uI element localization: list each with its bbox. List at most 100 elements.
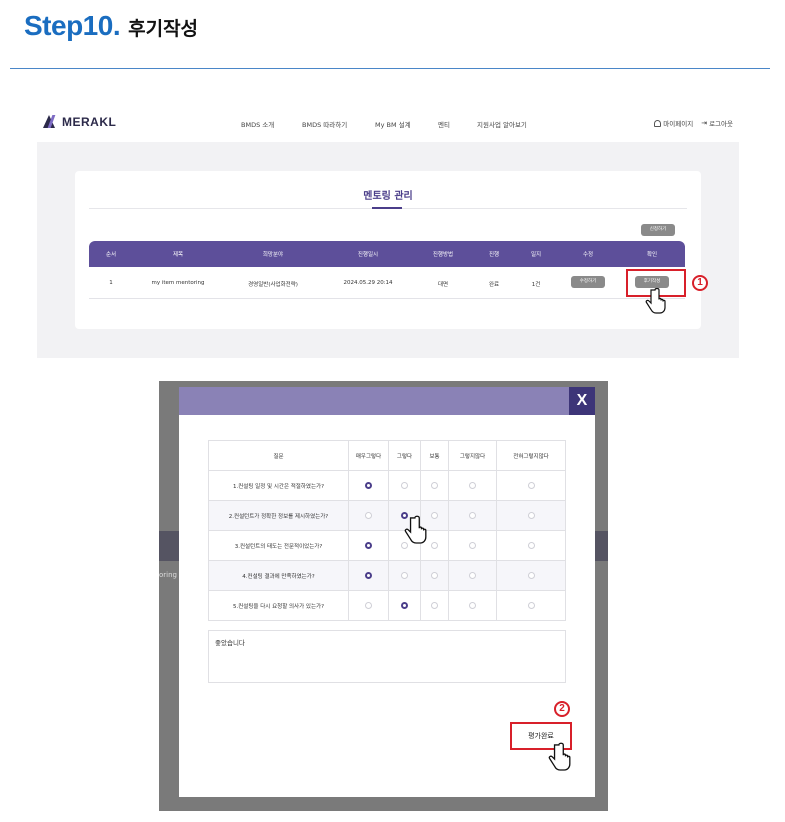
step-divider bbox=[10, 68, 770, 69]
nav-item-mentee[interactable]: 멘티 bbox=[438, 119, 450, 129]
survey-table: 질문 매우그렇다 그렇다 보통 그렇지않다 전혀그렇지않다 1.컨설팅 일정 및… bbox=[208, 440, 566, 621]
row-status: 완료 bbox=[488, 282, 500, 288]
survey-cell bbox=[496, 590, 566, 621]
radio-option[interactable] bbox=[431, 572, 438, 579]
survey-cell bbox=[388, 470, 421, 501]
logout-icon: ⇥ bbox=[701, 119, 708, 127]
radio-option[interactable] bbox=[365, 512, 372, 519]
survey-col-disagree: 그렇지않다 bbox=[448, 440, 497, 471]
survey-cell bbox=[388, 590, 421, 621]
survey-cell bbox=[388, 560, 421, 591]
mentoring-card: 멘토링 관리 신청하기 순서 제목 희망분야 진행일시 진행방법 진행 일지 수… bbox=[75, 171, 701, 329]
edit-button[interactable]: 수정하기 bbox=[571, 276, 605, 288]
nav-item-bmds-follow[interactable]: BMDS 따라하기 bbox=[302, 119, 347, 129]
survey-question: 5.컨설팅을 다시 요청할 의사가 있는가? bbox=[208, 590, 349, 621]
radio-option[interactable] bbox=[431, 482, 438, 489]
mypage-link[interactable]: 마이페이지 bbox=[654, 118, 693, 128]
survey-cell bbox=[448, 500, 497, 531]
survey-col-question: 질문 bbox=[208, 440, 349, 471]
radio-selected[interactable] bbox=[365, 542, 372, 549]
title-underline bbox=[372, 207, 402, 209]
table-header: 순서 제목 희망분야 진행일시 진행방법 진행 일지 수정 확인 bbox=[89, 241, 685, 267]
close-button[interactable]: X bbox=[569, 387, 595, 415]
col-datetime: 진행일시 bbox=[357, 252, 379, 258]
callout-badge-2: 2 bbox=[554, 701, 570, 717]
survey-question: 4.컨설팅 결과에 만족하였는가? bbox=[208, 560, 349, 591]
survey-cell bbox=[420, 470, 449, 501]
radio-selected[interactable] bbox=[365, 572, 372, 579]
logo-icon bbox=[41, 115, 59, 129]
survey-cell bbox=[348, 470, 389, 501]
page-title: 멘토링 관리 bbox=[363, 191, 413, 202]
survey-cell bbox=[448, 530, 497, 561]
survey-question: 3.컨설턴트의 태도는 전문적이었는가? bbox=[208, 530, 349, 561]
modal-header: X bbox=[179, 387, 595, 415]
row-order: 1 bbox=[109, 280, 113, 286]
survey-cell bbox=[496, 470, 566, 501]
radio-selected[interactable] bbox=[401, 602, 408, 609]
survey-cell bbox=[348, 530, 389, 561]
callout-badge-1: 1 bbox=[692, 275, 708, 291]
radio-option[interactable] bbox=[469, 482, 476, 489]
survey-col-agree: 그렇다 bbox=[388, 440, 421, 471]
survey-col-strongly-agree: 매우그렇다 bbox=[348, 440, 389, 471]
radio-option[interactable] bbox=[469, 572, 476, 579]
radio-option[interactable] bbox=[469, 512, 476, 519]
nav-item-support[interactable]: 지원사업 알아보기 bbox=[477, 119, 527, 129]
nav-item-bmds-intro[interactable]: BMDS 소개 bbox=[241, 119, 274, 129]
radio-option[interactable] bbox=[401, 572, 408, 579]
survey-question: 1.컨설팅 일정 및 시간은 적절하였는가? bbox=[208, 470, 349, 501]
survey-row: 2.컨설턴트가 정확한 정보를 제시하였는가? bbox=[208, 500, 566, 531]
survey-row: 1.컨설팅 일정 및 시간은 적절하였는가? bbox=[208, 470, 566, 501]
col-field: 희망분야 bbox=[262, 252, 284, 258]
radio-option[interactable] bbox=[469, 542, 476, 549]
survey-header-row: 질문 매우그렇다 그렇다 보통 그렇지않다 전혀그렇지않다 bbox=[208, 440, 566, 471]
hand-cursor-icon bbox=[548, 742, 571, 771]
row-log: 1건 bbox=[531, 282, 541, 288]
radio-option[interactable] bbox=[431, 542, 438, 549]
radio-option[interactable] bbox=[527, 482, 535, 489]
table-row: 1 my item mentoring 경영일반(사업화전략) 2024.05.… bbox=[89, 267, 685, 299]
row-datetime: 2024.05.29 20:14 bbox=[343, 280, 393, 286]
comment-textarea[interactable]: 좋았습니다 bbox=[208, 630, 566, 683]
survey-row: 5.컨설팅을 다시 요청할 의사가 있는가? bbox=[208, 590, 566, 621]
survey-cell bbox=[348, 500, 389, 531]
survey-cell bbox=[448, 470, 497, 501]
survey-cell bbox=[496, 560, 566, 591]
logo-text: MERAKL bbox=[62, 115, 117, 129]
col-log: 일지 bbox=[530, 252, 542, 258]
user-links: 마이페이지 ⇥ 로그아웃 bbox=[654, 118, 733, 128]
hand-cursor-icon bbox=[645, 288, 666, 314]
site-logo[interactable]: MERAKL bbox=[41, 115, 116, 129]
nav-item-my-bm[interactable]: My BM 설계 bbox=[375, 119, 411, 129]
radio-option[interactable] bbox=[401, 482, 408, 489]
radio-option[interactable] bbox=[527, 512, 535, 519]
hand-cursor-icon bbox=[404, 515, 427, 544]
radio-option[interactable] bbox=[527, 542, 535, 549]
survey-cell bbox=[496, 500, 566, 531]
radio-option[interactable] bbox=[365, 602, 372, 609]
radio-option[interactable] bbox=[469, 602, 476, 609]
top-navigation: MERAKL BMDS 소개 BMDS 따라하기 My BM 설계 멘티 지원사… bbox=[37, 100, 739, 142]
col-order: 순서 bbox=[105, 252, 117, 258]
step-number: Step10. bbox=[24, 10, 121, 41]
user-icon bbox=[654, 119, 662, 127]
survey-cell bbox=[420, 590, 449, 621]
row-field: 경영일반(사업화전략) bbox=[248, 282, 298, 288]
row-title: my item mentoring bbox=[151, 280, 205, 286]
survey-cell bbox=[348, 590, 389, 621]
col-method: 진행방법 bbox=[432, 252, 454, 258]
col-edit: 수정 bbox=[582, 252, 594, 258]
step-title: 후기작성 bbox=[128, 18, 199, 40]
survey-cell bbox=[448, 560, 497, 591]
logout-link[interactable]: ⇥ 로그아웃 bbox=[701, 118, 733, 128]
apply-button[interactable]: 신청하기 bbox=[641, 224, 675, 236]
radio-selected[interactable] bbox=[365, 482, 372, 489]
radio-option[interactable] bbox=[431, 512, 438, 519]
radio-option[interactable] bbox=[431, 602, 438, 609]
survey-cell bbox=[348, 560, 389, 591]
radio-option[interactable] bbox=[527, 572, 535, 579]
radio-option[interactable] bbox=[527, 602, 535, 609]
survey-row: 3.컨설턴트의 태도는 전문적이었는가? bbox=[208, 530, 566, 561]
background-text: oring bbox=[159, 571, 177, 579]
